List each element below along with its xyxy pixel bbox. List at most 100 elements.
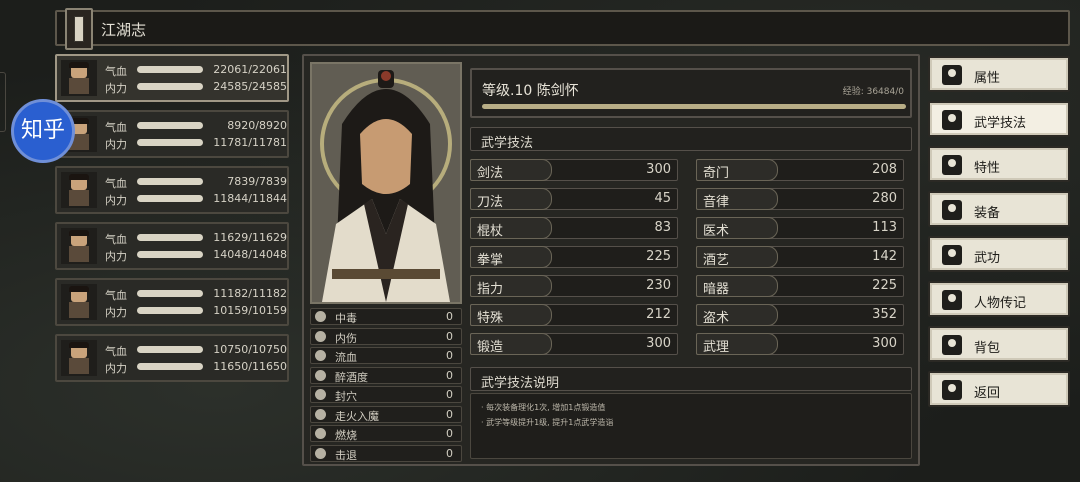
- skill-row: 酒艺 142: [696, 246, 904, 268]
- level-header: 等级.10 陈剑怀 经验: 36484/0: [470, 68, 912, 118]
- hp-label: 气血: [105, 121, 127, 134]
- blood-drop-icon: [315, 350, 326, 361]
- poison-skull-icon: [315, 311, 326, 322]
- skill-row: 剑法 300: [470, 159, 678, 181]
- party-member-1[interactable]: 气血 22061/22061 内力 24585/24585: [55, 54, 289, 102]
- zhihu-watermark: 知乎: [11, 99, 75, 163]
- member-avatar: [61, 172, 97, 208]
- character-portrait-art: [312, 64, 460, 302]
- menu-attributes-button[interactable]: 属性: [928, 56, 1070, 92]
- hp-bar: [137, 122, 203, 129]
- title-bar: 江湖志: [55, 8, 1070, 50]
- hp-value: 11629/11629: [213, 231, 287, 244]
- page-title: 江湖志: [101, 21, 147, 39]
- description-line: · 每次装备理化1次, 增加1点锻造值: [481, 403, 606, 412]
- hp-bar: [137, 234, 203, 241]
- mp-value: 24585/24585: [213, 80, 287, 93]
- mp-bar: [137, 195, 203, 202]
- status-row: 走火入魔 0: [310, 405, 462, 423]
- hp-value: 11182/11182: [213, 287, 287, 300]
- door-icon: [942, 380, 962, 400]
- menu-kungfu-button[interactable]: 武功: [928, 236, 1070, 272]
- status-row: 流血 0: [310, 347, 462, 364]
- skill-row: 奇门 208: [696, 159, 904, 181]
- mp-value: 14048/14048: [213, 248, 287, 261]
- hp-value: 22061/22061: [213, 63, 287, 76]
- qi-deviation-icon: [315, 408, 326, 420]
- status-row: 击退 0: [310, 444, 462, 462]
- mp-value: 11844/11844: [213, 192, 287, 205]
- level-and-name: 等级.10 陈剑怀: [482, 83, 579, 99]
- skill-row: 拳掌 225: [470, 246, 678, 268]
- traits-icon: [942, 155, 962, 175]
- skill-row: 刀法 45: [470, 188, 678, 210]
- mp-value: 11781/11781: [213, 136, 287, 149]
- experience-text: 经验: 36484/0: [842, 87, 904, 97]
- mp-value: 10159/10159: [213, 304, 287, 317]
- acupoint-seal-icon: [315, 389, 326, 400]
- experience-bar: [482, 104, 906, 109]
- mp-label: 内力: [105, 250, 127, 263]
- member-avatar: [61, 340, 97, 376]
- hp-bar: [137, 290, 203, 297]
- description-line: · 武学等级提升1级, 提升1点武学造诣: [481, 418, 614, 427]
- skill-row: 特殊 212: [470, 304, 678, 326]
- knockback-icon: [315, 447, 326, 459]
- flame-icon: [315, 428, 326, 439]
- hp-value: 8920/8920: [227, 119, 287, 132]
- party-list: 气血 22061/22061 内力 24585/24585 气血 8920/8920 …: [55, 54, 289, 390]
- status-row: 燃烧 0: [310, 425, 462, 442]
- hp-bar: [137, 66, 203, 73]
- sword-icon: [942, 200, 962, 220]
- member-avatar: [61, 60, 97, 96]
- side-menu: 属性 武学技法 特性 装备 武功 人物传记 背包 返回: [928, 56, 1070, 416]
- skill-row: 武理 300: [696, 333, 904, 355]
- hp-bar: [137, 178, 203, 185]
- status-row: 内伤 0: [310, 327, 462, 345]
- status-row: 醉酒度 0: [310, 366, 462, 384]
- martial-skills-icon: [942, 110, 962, 130]
- menu-traits-button[interactable]: 特性: [928, 146, 1070, 182]
- bag-icon: [942, 335, 962, 355]
- skill-row: 棍杖 83: [470, 217, 678, 239]
- mp-label: 内力: [105, 82, 127, 95]
- skill-row: 音律 280: [696, 188, 904, 210]
- hp-label: 气血: [105, 345, 127, 358]
- party-member-5[interactable]: 气血 11182/11182 内力 10159/10159: [55, 278, 289, 326]
- character-panel: 中毒 0 内伤 0 流血 0 醉酒度 0 封穴 0 走火入魔 0 燃烧 0 击退 0 等级.10…: [302, 54, 920, 466]
- member-avatar: [61, 284, 97, 320]
- description-header: 武学技法说明: [470, 367, 912, 391]
- skill-row: 医术 113: [696, 217, 904, 239]
- menu-biography-button[interactable]: 人物传记: [928, 281, 1070, 317]
- party-member-3[interactable]: 气血 7839/7839 内力 11844/11844: [55, 166, 289, 214]
- broken-heart-icon: [315, 330, 326, 342]
- mp-label: 内力: [105, 306, 127, 319]
- menu-back-button[interactable]: 返回: [928, 371, 1070, 407]
- mp-bar: [137, 307, 203, 314]
- book-icon: [65, 8, 93, 50]
- mp-bar: [137, 83, 203, 90]
- person-icon: [942, 65, 962, 85]
- skill-row: 暗器 225: [696, 275, 904, 297]
- side-drawer-handle[interactable]: [0, 72, 6, 132]
- status-row: 中毒 0: [310, 308, 462, 325]
- menu-equipment-button[interactable]: 装备: [928, 191, 1070, 227]
- hp-label: 气血: [105, 233, 127, 246]
- party-member-4[interactable]: 气血 11629/11629 内力 14048/14048: [55, 222, 289, 270]
- hp-label: 气血: [105, 289, 127, 302]
- menu-bag-button[interactable]: 背包: [928, 326, 1070, 362]
- menu-martial-skills-button[interactable]: 武学技法: [928, 101, 1070, 137]
- mp-label: 内力: [105, 362, 127, 375]
- scroll-icon: [942, 245, 962, 265]
- hp-label: 气血: [105, 65, 127, 78]
- hp-value: 10750/10750: [213, 343, 287, 356]
- mp-bar: [137, 139, 203, 146]
- member-avatar: [61, 228, 97, 264]
- party-member-2[interactable]: 气血 8920/8920 内力 11781/11781: [55, 110, 289, 158]
- party-member-6[interactable]: 气血 10750/10750 内力 11650/11650: [55, 334, 289, 382]
- drunk-icon: [315, 369, 326, 381]
- hp-value: 7839/7839: [227, 175, 287, 188]
- mp-bar: [137, 363, 203, 370]
- status-effects: 中毒 0 内伤 0 流血 0 醉酒度 0 封穴 0 走火入魔 0 燃烧 0 击退 0: [310, 308, 462, 464]
- mp-label: 内力: [105, 194, 127, 207]
